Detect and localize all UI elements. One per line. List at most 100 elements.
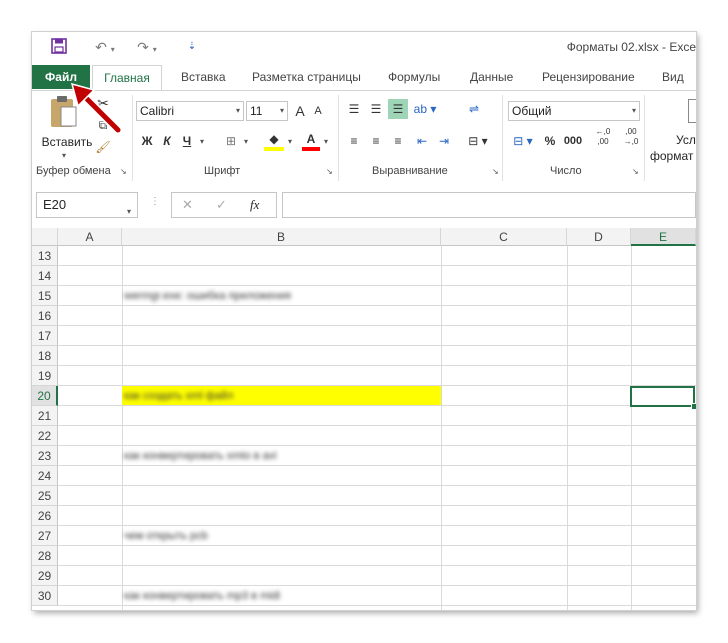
clipboard-group-label: Буфер обмена xyxy=(36,165,111,177)
tab-insert[interactable]: Вставка xyxy=(181,65,226,89)
save-icon[interactable] xyxy=(48,38,70,56)
spreadsheet-grid[interactable]: A B C D E 13 14 15 wermgr.exe: ошибка прило… xyxy=(32,228,696,610)
borders-icon[interactable]: ⊞ xyxy=(220,131,242,151)
percent-button[interactable]: % xyxy=(542,131,558,151)
number-format-select[interactable]: Общий ▾ xyxy=(508,101,640,121)
row-header[interactable]: 24 xyxy=(32,466,58,486)
dialog-launcher-icon[interactable]: ↘ xyxy=(326,167,333,176)
tab-page-layout[interactable]: Разметка страницы xyxy=(252,65,361,89)
cell-b-text[interactable]: как конвертировать mp3 в midi xyxy=(124,586,280,606)
align-left-icon[interactable]: ≡ xyxy=(344,131,364,151)
row-header[interactable]: 18 xyxy=(32,346,58,366)
row-header[interactable]: 20 xyxy=(32,386,58,406)
align-right-icon[interactable]: ≡ xyxy=(388,131,408,151)
alignment-group-label: Выравнивание xyxy=(372,165,448,177)
column-header-a[interactable]: A xyxy=(58,228,122,246)
row-header[interactable]: 27 xyxy=(32,526,58,546)
row-gridline xyxy=(58,365,696,366)
column-header-e[interactable]: E xyxy=(631,228,696,246)
fill-handle[interactable] xyxy=(691,403,696,410)
row-header[interactable]: 21 xyxy=(32,406,58,426)
active-cell[interactable] xyxy=(630,386,695,407)
cell-b-text[interactable]: как конвертировать xmto в avi xyxy=(124,446,277,466)
dialog-launcher-icon[interactable]: ↘ xyxy=(492,167,499,176)
column-header-b[interactable]: B xyxy=(122,228,441,246)
row-header[interactable]: 29 xyxy=(32,566,58,586)
insert-function-icon[interactable]: fx xyxy=(250,197,259,213)
chevron-down-icon[interactable]: ▾ xyxy=(244,137,248,146)
conditional-formatting-icon xyxy=(688,99,696,123)
cell-b-text[interactable]: wermgr.exe: ошибка приложения xyxy=(124,286,291,306)
increase-decimal-button[interactable]: ←,0 ,00 xyxy=(590,127,616,147)
wrap-text-icon[interactable]: ⇌ xyxy=(464,99,484,119)
column-gridline xyxy=(122,246,123,610)
undo-icon[interactable]: ↶ ▾ xyxy=(90,38,120,56)
row-header[interactable]: 15 xyxy=(32,286,58,306)
tab-review[interactable]: Рецензирование xyxy=(542,65,635,89)
grow-font-button[interactable]: A xyxy=(292,101,308,121)
dialog-launcher-icon[interactable]: ↘ xyxy=(632,167,639,176)
row-header[interactable]: 26 xyxy=(32,506,58,526)
row-header[interactable]: 13 xyxy=(32,246,58,266)
accounting-format-icon[interactable]: ⊟ ▾ xyxy=(508,131,538,151)
thousands-button[interactable]: 000 xyxy=(560,131,586,151)
name-box[interactable]: E20 ▾ xyxy=(36,192,138,218)
chevron-down-icon[interactable]: ▾ xyxy=(324,137,328,146)
row-gridline xyxy=(58,505,696,506)
formula-input[interactable] xyxy=(282,192,696,218)
row-gridline xyxy=(58,425,696,426)
tab-formulas[interactable]: Формулы xyxy=(388,65,440,89)
shrink-font-button[interactable]: A xyxy=(310,101,326,121)
align-middle-icon[interactable]: ☰ xyxy=(366,99,386,119)
column-gridline xyxy=(441,246,442,610)
font-color-button[interactable]: A xyxy=(302,129,320,151)
orientation-icon[interactable]: ab ▾ xyxy=(412,99,438,119)
italic-button[interactable]: К xyxy=(158,131,176,151)
chevron-down-icon[interactable]: ▾ xyxy=(200,137,204,146)
tab-view[interactable]: Вид xyxy=(662,65,684,89)
divider xyxy=(338,95,339,181)
row-header[interactable]: 25 xyxy=(32,486,58,506)
tab-data[interactable]: Данные xyxy=(470,65,513,89)
align-top-icon[interactable]: ☰ xyxy=(344,99,364,119)
row-header[interactable]: 17 xyxy=(32,326,58,346)
formula-buttons: ✕ ✓ fx xyxy=(171,192,277,218)
customize-icon[interactable]: ⇣ xyxy=(182,38,202,56)
chevron-down-icon: ▾ xyxy=(62,151,67,160)
font-name-select[interactable]: Calibri ▾ xyxy=(136,101,244,121)
row-gridline xyxy=(58,265,696,266)
chevron-down-icon[interactable]: ▾ xyxy=(288,137,292,146)
enter-icon[interactable]: ✓ xyxy=(216,197,227,213)
row-gridline xyxy=(58,345,696,346)
cancel-icon[interactable]: ✕ xyxy=(182,197,193,213)
row-header[interactable]: 30 xyxy=(32,586,58,606)
select-all-corner[interactable] xyxy=(32,228,58,246)
chevron-down-icon: ▾ xyxy=(126,207,131,216)
cell-b-text[interactable]: как создать xml файл xyxy=(124,386,233,406)
chevron-down-icon: ▾ xyxy=(279,106,284,115)
merge-center-icon[interactable]: ⊟ ▾ xyxy=(464,131,492,151)
fill-color-icon[interactable]: ◆ xyxy=(264,129,284,151)
window-title: Форматы 02.xlsx - Exce xyxy=(566,40,696,54)
underline-button[interactable]: Ч xyxy=(178,131,196,151)
row-header[interactable]: 14 xyxy=(32,266,58,286)
align-center-icon[interactable]: ≡ xyxy=(366,131,386,151)
dialog-launcher-icon[interactable]: ↘ xyxy=(120,167,127,176)
font-size-select[interactable]: 11 ▾ xyxy=(246,101,288,121)
row-header[interactable]: 23 xyxy=(32,446,58,466)
decrease-indent-icon[interactable]: ⇤ xyxy=(412,131,432,151)
excel-window: ↶ ▾ ↷ ▾ ⇣ Форматы 02.xlsx - Exce Файл Гл… xyxy=(32,32,696,610)
conditional-formatting-button[interactable]: Усл формат xyxy=(648,95,696,163)
row-header[interactable]: 19 xyxy=(32,366,58,386)
row-header[interactable]: 22 xyxy=(32,426,58,446)
redo-icon[interactable]: ↷ ▾ xyxy=(132,38,162,56)
decrease-decimal-button[interactable]: ,00 →,0 xyxy=(618,127,644,147)
row-header[interactable]: 28 xyxy=(32,546,58,566)
cell-b-text[interactable]: чем открыть pcb xyxy=(124,526,208,546)
formula-bar-handle[interactable]: ⋮ xyxy=(150,196,160,207)
column-header-c[interactable]: C xyxy=(441,228,567,246)
column-header-d[interactable]: D xyxy=(567,228,631,246)
align-bottom-icon[interactable]: ☰ xyxy=(388,99,408,119)
row-header[interactable]: 16 xyxy=(32,306,58,326)
increase-indent-icon[interactable]: ⇥ xyxy=(434,131,454,151)
